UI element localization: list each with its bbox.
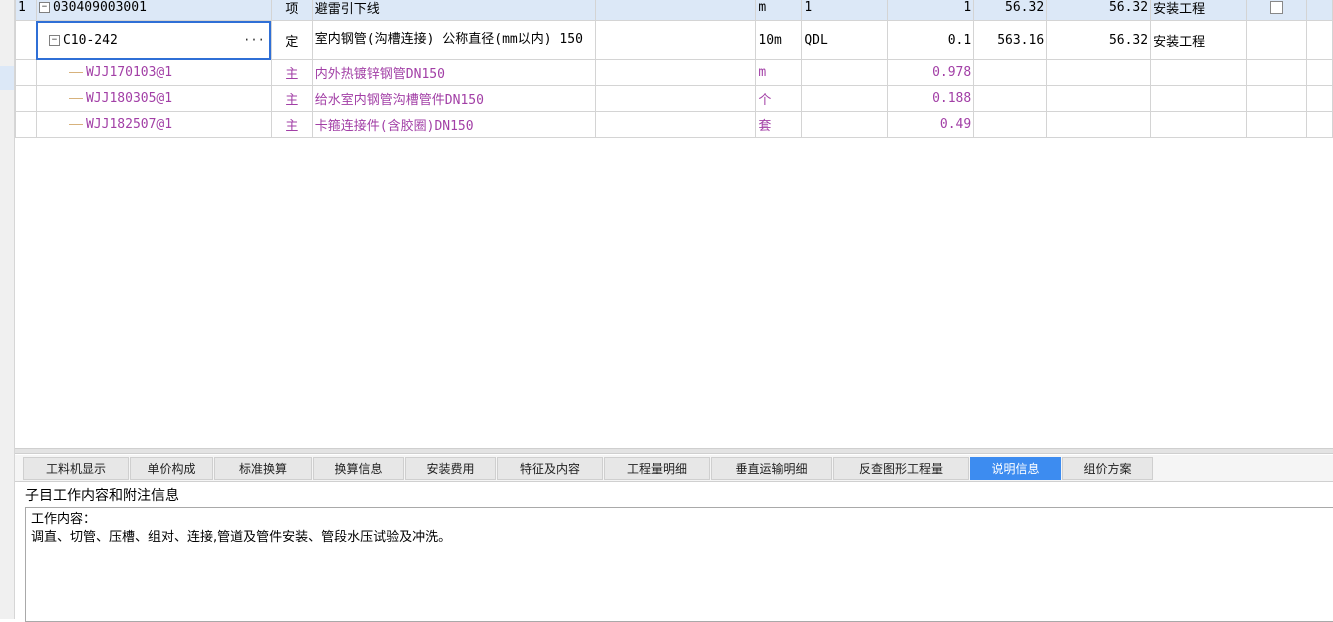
spec-cell[interactable] [594, 85, 757, 112]
collapse-icon[interactable]: − [38, 2, 50, 13]
row-indicator [0, 66, 14, 90]
panel-splitter[interactable] [15, 448, 1333, 454]
spec-cell[interactable] [594, 59, 757, 86]
empty-cell [1246, 85, 1307, 112]
empty-cell [1246, 59, 1307, 86]
type-cell: 项 [270, 0, 313, 21]
description-textarea[interactable]: 工作内容： 调直、切管、压槽、组对、连接,管道及管件安装、管段水压试验及冲洗。 [25, 507, 1333, 622]
row-header-strip [0, 0, 15, 619]
tree-connector [68, 72, 83, 73]
category-cell[interactable] [1150, 111, 1248, 138]
tab-vertical-transport[interactable]: 垂直运输明细 [711, 457, 832, 480]
tab-reverse-check-quantity[interactable]: 反查图形工程量 [833, 457, 969, 480]
qty-cell[interactable]: 0.188 [887, 85, 975, 112]
empty-cell [1305, 59, 1333, 86]
tree-connector [68, 98, 83, 99]
type-cell: 主 [270, 111, 313, 138]
spec-cell[interactable] [594, 20, 757, 60]
tab-description-info[interactable]: 说明信息 [970, 457, 1061, 480]
tab-quantity-details[interactable]: 工程量明细 [604, 457, 710, 480]
work-content-label: 工作内容： [31, 512, 97, 527]
checkbox[interactable] [1269, 1, 1283, 14]
total-cell: 56.32 [1046, 20, 1152, 60]
total-cell [1046, 85, 1152, 112]
name-cell[interactable]: 避雷引下线 [311, 0, 596, 21]
budget-grid: 1 −030409003001 项 避雷引下线 m 1 1 56.32 56.3… [15, 0, 1333, 138]
type-cell: 主 [270, 85, 313, 112]
expr-cell[interactable] [801, 111, 889, 138]
table-row[interactable]: WJJ180305@1 主 给水室内钢管沟槽管件DN150 个 0.188 [15, 85, 1333, 112]
expr-cell[interactable] [801, 59, 889, 86]
qty-cell[interactable]: 1 [887, 0, 975, 21]
empty-cell [1305, 0, 1333, 21]
type-cell: 主 [270, 59, 313, 86]
name-cell[interactable]: 给水室内钢管沟槽管件DN150 [311, 85, 596, 112]
seq-cell [15, 59, 37, 86]
type-cell: 定 [270, 20, 313, 60]
empty-cell [1246, 111, 1307, 138]
qty-cell[interactable]: 0.49 [887, 111, 975, 138]
spec-cell[interactable] [594, 0, 757, 21]
category-cell[interactable]: 安装工程 [1150, 20, 1248, 60]
tab-installation-fees[interactable]: 安装费用 [405, 457, 496, 480]
tab-pricing-scheme[interactable]: 组价方案 [1062, 457, 1153, 480]
tab-labor-material-machine[interactable]: 工料机显示 [23, 457, 129, 480]
tab-features-content[interactable]: 特征及内容 [497, 457, 603, 480]
empty-cell [1305, 20, 1333, 60]
qty-cell[interactable]: 0.978 [887, 59, 975, 86]
total-cell: 56.32 [1046, 0, 1152, 21]
empty-cell [1305, 111, 1333, 138]
table-row[interactable]: 1 −030409003001 项 避雷引下线 m 1 1 56.32 56.3… [15, 0, 1333, 21]
category-cell[interactable]: 安装工程 [1150, 0, 1248, 21]
category-cell[interactable] [1150, 85, 1248, 112]
unit-cell[interactable]: 个 [755, 85, 803, 112]
total-cell [1046, 111, 1152, 138]
bottom-tab-bar: 工料机显示 单价构成 标准换算 换算信息 安装费用 特征及内容 工程量明细 垂直… [15, 455, 1333, 482]
expr-cell[interactable] [801, 85, 889, 112]
code-cell[interactable]: −030409003001 [35, 0, 272, 21]
name-cell[interactable]: 内外热镀锌钢管DN150 [311, 59, 596, 86]
check-cell[interactable] [1246, 0, 1307, 21]
unit-cell[interactable]: m [755, 59, 803, 86]
code-cell[interactable]: WJJ180305@1 [35, 85, 272, 112]
table-row[interactable]: − C10-242 ··· 定 室内钢管(沟槽连接) 公称直径(mm以内) 150 … [15, 20, 1333, 60]
category-cell[interactable] [1150, 59, 1248, 86]
tab-conversion-info[interactable]: 换算信息 [313, 457, 404, 480]
price-cell [973, 59, 1048, 86]
name-cell[interactable]: 室内钢管(沟槽连接) 公称直径(mm以内) 150 [311, 20, 596, 60]
code-cell-selected[interactable]: − C10-242 ··· [35, 20, 272, 60]
code-cell[interactable]: WJJ182507@1 [35, 111, 272, 138]
seq-cell [15, 20, 37, 60]
expr-cell[interactable]: 1 [801, 0, 889, 21]
panel-title: 子目工作内容和附注信息 [25, 488, 179, 504]
empty-cell [1246, 20, 1307, 60]
code-cell[interactable]: WJJ170103@1 [35, 59, 272, 86]
expr-cell[interactable]: QDL [801, 20, 889, 60]
price-cell [973, 85, 1048, 112]
tab-unit-price-composition[interactable]: 单价构成 [130, 457, 213, 480]
price-cell: 563.16 [973, 20, 1048, 60]
name-cell[interactable]: 卡箍连接件(含胶圈)DN150 [311, 111, 596, 138]
work-content-text: 调直、切管、压槽、组对、连接,管道及管件安装、管段水压试验及冲洗。 [31, 530, 452, 545]
table-row[interactable]: WJJ170103@1 主 内外热镀锌钢管DN150 m 0.978 [15, 59, 1333, 86]
tree-connector [68, 124, 83, 125]
qty-cell[interactable]: 0.1 [887, 20, 975, 60]
price-cell [973, 111, 1048, 138]
more-button[interactable]: ··· [243, 33, 265, 47]
collapse-icon[interactable]: − [48, 34, 60, 46]
seq-cell [15, 111, 37, 138]
spec-cell[interactable] [594, 111, 757, 138]
tab-standard-conversion[interactable]: 标准换算 [214, 457, 312, 480]
total-cell [1046, 59, 1152, 86]
empty-cell [1305, 85, 1333, 112]
unit-cell[interactable]: 套 [755, 111, 803, 138]
seq-cell [15, 85, 37, 112]
unit-cell[interactable]: m [755, 0, 803, 21]
unit-cell[interactable]: 10m [755, 20, 803, 60]
seq-cell: 1 [15, 0, 37, 21]
price-cell: 56.32 [973, 0, 1048, 21]
table-row[interactable]: WJJ182507@1 主 卡箍连接件(含胶圈)DN150 套 0.49 [15, 111, 1333, 138]
